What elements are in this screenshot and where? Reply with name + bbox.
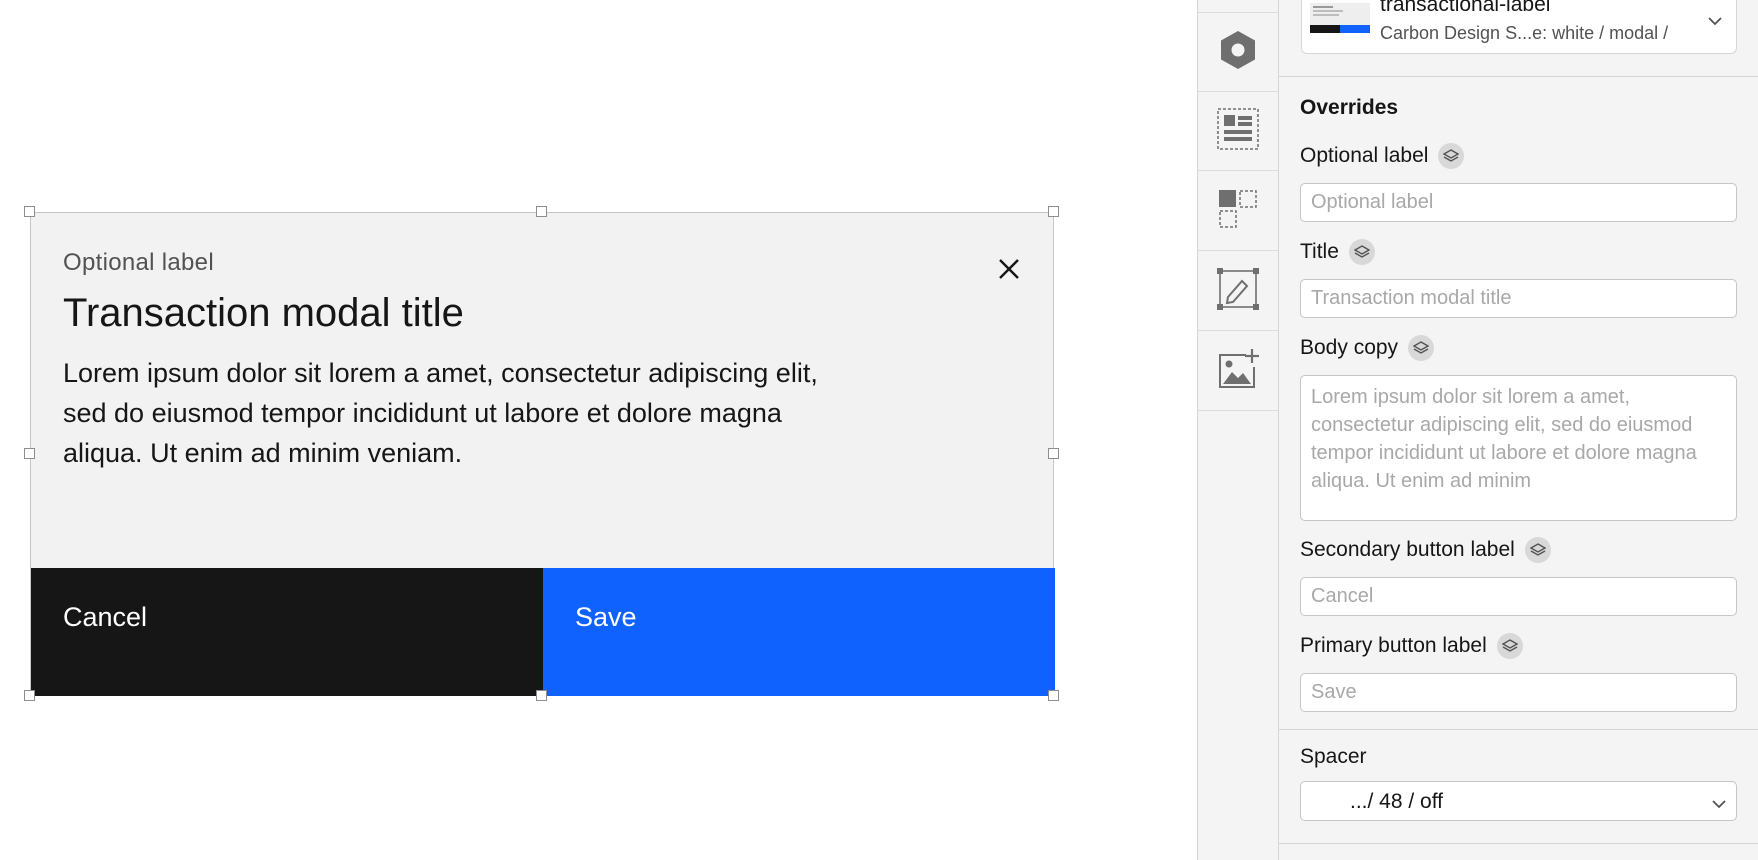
- strip-button-symbol[interactable]: [1198, 13, 1278, 92]
- spacer-select[interactable]: .../ 48 / off: [1300, 781, 1737, 821]
- body-copy-input[interactable]: [1300, 375, 1737, 521]
- save-button-label: Save: [575, 602, 637, 632]
- overrides-heading: Overrides: [1300, 96, 1399, 119]
- panel-divider: [1279, 729, 1758, 730]
- resize-handle-bottom-left[interactable]: [24, 690, 35, 701]
- chevron-down-icon[interactable]: [1708, 13, 1722, 31]
- strip-button-add-image[interactable]: [1198, 332, 1278, 411]
- secondary-button-field-label: Secondary button label: [1300, 537, 1551, 563]
- primary-button-field-text: Primary button label: [1300, 634, 1487, 657]
- modal-body-copy: Lorem ipsum dolor sit lorem a amet, cons…: [63, 358, 818, 468]
- layout-icon: [1217, 107, 1259, 155]
- panel-divider: [1279, 76, 1758, 77]
- resize-handle-bottom-right[interactable]: [1048, 690, 1059, 701]
- modal-optional-label: Optional label: [63, 249, 214, 276]
- secondary-button-input[interactable]: [1300, 577, 1737, 616]
- secondary-button-field-text: Secondary button label: [1300, 538, 1515, 561]
- plugin-icon-strip: [1197, 0, 1279, 860]
- optional-label-field-text: Optional label: [1300, 144, 1429, 167]
- strip-button-hexagon[interactable]: [1198, 0, 1278, 13]
- cancel-button[interactable]: Cancel: [31, 568, 543, 696]
- strip-button-layout[interactable]: [1198, 92, 1278, 171]
- resize-handle-middle-right[interactable]: [1048, 448, 1059, 459]
- primary-button-field-label: Primary button label: [1300, 633, 1523, 659]
- body-copy-field-text: Body copy: [1300, 336, 1399, 359]
- hexagon-icon: [1218, 29, 1258, 76]
- title-field-label: Title: [1300, 239, 1375, 265]
- spacer-select-value: .../ 48 / off: [1350, 790, 1444, 813]
- title-field-text: Title: [1300, 240, 1339, 263]
- strip-button-components[interactable]: [1198, 172, 1278, 251]
- component-path: Carbon Design S...e: white / modal /: [1380, 23, 1669, 43]
- resize-handle-top-left[interactable]: [24, 206, 35, 217]
- component-thumbnail: [1310, 3, 1370, 33]
- body-copy-field-label: Body copy: [1300, 335, 1435, 361]
- resize-handle-bottom-middle[interactable]: [536, 690, 547, 701]
- primary-button-input[interactable]: [1300, 673, 1737, 712]
- layers-icon[interactable]: [1408, 335, 1435, 361]
- design-canvas[interactable]: Optional label Transaction modal title L…: [0, 0, 1197, 860]
- edit-frame-icon: [1216, 267, 1260, 316]
- spacer-label: Spacer: [1300, 745, 1367, 769]
- layers-icon[interactable]: [1524, 537, 1551, 563]
- strip-button-edit-frame[interactable]: [1198, 252, 1278, 331]
- optional-label-input[interactable]: [1300, 183, 1737, 222]
- chevron-down-icon: [1712, 796, 1726, 814]
- save-button[interactable]: Save: [543, 568, 1055, 696]
- components-icon: [1217, 188, 1259, 235]
- cancel-button-label: Cancel: [63, 602, 148, 632]
- overrides-panel: transactional-label Carbon Design S...e:…: [1279, 0, 1758, 860]
- resize-handle-top-middle[interactable]: [536, 206, 547, 217]
- add-image-icon: [1216, 347, 1260, 396]
- panel-divider: [1279, 843, 1758, 844]
- optional-label-field-label: Optional label: [1300, 143, 1465, 169]
- close-icon[interactable]: [989, 249, 1029, 289]
- modal-title: Transaction modal title: [63, 291, 464, 335]
- title-input[interactable]: [1300, 279, 1737, 318]
- component-selector[interactable]: transactional-label Carbon Design S...e:…: [1301, 0, 1737, 54]
- resize-handle-top-right[interactable]: [1048, 206, 1059, 217]
- resize-handle-middle-left[interactable]: [24, 448, 35, 459]
- spacer-label-text: Spacer: [1300, 745, 1367, 768]
- component-name: transactional-label: [1380, 0, 1551, 16]
- layers-icon[interactable]: [1348, 239, 1375, 265]
- layers-icon[interactable]: [1496, 633, 1523, 659]
- layers-icon[interactable]: [1438, 143, 1465, 169]
- transactional-modal[interactable]: Optional label Transaction modal title L…: [30, 212, 1055, 696]
